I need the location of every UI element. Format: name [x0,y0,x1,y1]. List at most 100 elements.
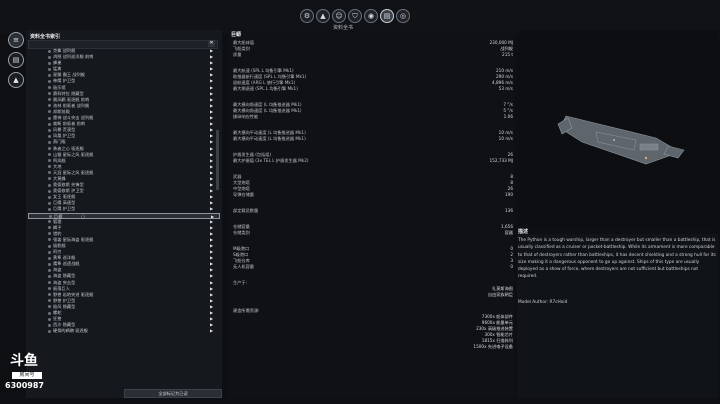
shield-icon[interactable]: ▲ [8,72,24,88]
list-item-label: 神鹰 护卫型 [53,78,76,84]
bullet-icon [48,287,51,291]
side-tabs: ≡ ▤ ▲ [8,32,26,92]
stat-label: 飞船类别 [233,46,250,51]
ship-list: 克弗 战列舰 ▶ 鸿鹄 战列巡洋舰 前哨 ▶ 蜂巢 ▶ 猛禽 ▶ 星鬃 霸王 战列舰 ▶ 神鹰 护卫… [28,48,220,334]
station-icon[interactable]: ◉ [364,9,378,23]
bullet-icon [48,86,51,90]
stats-title: 巨蟒 [231,32,242,38]
bullet-icon [48,98,51,102]
stat-label: 仓储类别 [233,230,250,235]
stat-label: 飞船仓库 [233,258,250,263]
bullet-icon [48,153,51,157]
list-item-label: 猎豹 [53,230,62,236]
stat-row: 最大护盾值 (3x TEL L 护盾发生器 Mk2) 152,733 MJ [233,158,513,164]
list-item-label: 黄隼 巡洋舰 [53,255,76,261]
list-item-label: 鸣凤舰 [53,157,66,163]
list-item-label: 赛科特拉 隐藏型 [53,90,84,96]
list-item-label: 风暴 荒漠型 [53,127,76,133]
list-item-label: 大地 [53,163,62,169]
list-item-label: 蝎子 [53,224,62,230]
list-icon[interactable]: ≡ [8,32,24,48]
stat-label: 质量 [233,52,242,57]
list-item-label: 奥德修斯 护卫型 [53,188,84,194]
list-item-label: 巨鹰 高速型 [53,200,76,206]
crew-icon[interactable]: ☺ [332,9,346,23]
list-item-label: 狐狸 [53,218,62,224]
book-icon[interactable]: ▤ [8,52,24,68]
list-item-label: 山猫 星际之风 驱逐舰 [53,151,94,157]
controller-icon[interactable]: ◎ [396,9,410,23]
list-item-label: 野兽 护卫型 [53,297,76,303]
bullet-icon [48,67,51,71]
stat-row: 导弹仓储量 190 [233,192,513,198]
list-item-label: 强袭 星际海盗 驱逐舰 [53,236,94,242]
bullet-icon [48,159,51,163]
stat-value: 53 m/s [498,86,513,91]
stat-value: 容器 [504,230,513,235]
bullet-icon [48,183,51,187]
stat-row: 自由家族朝臣 [233,292,513,298]
bullet-icon [48,171,51,175]
scrollbar[interactable] [216,130,219,190]
bullet-icon [48,317,51,321]
stat-label: 最大横向平动速度 (L 均衡推进器 Mk1) [233,130,306,135]
list-item-label: 凤凰 护卫型 [53,133,76,139]
stat-label: 中型炮塔 [233,186,250,191]
stat-label: 大型炮塔 [233,180,250,185]
stat-label: 最大倒退速 (SPL L 均衡引擎 Mk1) [233,86,298,91]
bullet-icon [48,79,51,83]
close-icon[interactable]: ✕ [208,40,215,47]
watermark-room: 6300987 [5,381,44,390]
stat-label: 巡航速度 (ARG L 旅行引擎 Mk1) [233,80,296,85]
stat-row: 质量 215 t [233,52,513,58]
ship-icon[interactable]: ▲ [316,9,330,23]
model-author: Model Author: R7cHoid [518,300,568,305]
bullet-icon [48,110,51,114]
stat-label: 助推器航行速度 (SPL L 均衡引擎 Mk1) [233,74,307,79]
list-item-label: 极风 隐藏型 [53,303,76,309]
stat-label: 最大横向平动速度 (L 均衡推进器 Mk1) [233,136,306,141]
list-item-label: 鸿鹄 战列巡洋舰 前哨 [53,54,94,60]
bullet-icon [48,189,51,193]
stat-label: 护盾发生器 (包括组) [233,152,272,157]
bullet-icon [48,226,51,230]
gear-icon[interactable]: ⚙ [300,9,314,23]
bullet-icon [48,104,51,108]
list-item-label: 勇者之心 驱逐舰 [53,145,84,151]
stat-value: 190 [505,192,513,197]
bullet-icon [48,147,51,150]
bullet-icon [48,250,51,254]
list-item-label: 蜂巢 [53,60,62,66]
stat-row: 仓储类别 容器 [233,230,513,236]
bullet-icon [48,268,51,272]
bullet-icon [48,61,51,65]
stat-label: 导弹仓储量 [233,192,254,197]
bullet-icon [48,244,51,248]
list-item[interactable]: 硬骨的鹈鹕 驱逐舰 ▶ [28,328,220,334]
bullet-icon [48,293,51,297]
bullet-icon [48,281,51,285]
list-item-label: 天涯 星际之风 驱逐舰 [53,169,94,175]
book-icon[interactable]: ▤ [380,9,394,23]
watermark-sub: 房间号 [12,372,42,379]
mark-all-read-button[interactable]: 全部标记为已读 [124,389,222,398]
bullet-icon [48,311,51,315]
bullet-icon [48,55,51,59]
stat-label: 生产于: [233,280,247,285]
bullet-icon [48,92,51,96]
bullet-icon [48,238,51,242]
stat-label: S级港口 [233,252,249,257]
shield-icon[interactable]: ⛉ [348,9,362,23]
bullet-icon [48,128,51,132]
list-item-label: 海盗 突击型 [53,279,76,285]
stat-row: 1500x 先进电子设备 [233,344,513,350]
list-item-label: 裁断 前驱者 前哨 [53,121,85,127]
chevron-right-icon[interactable]: ▶ [210,328,213,334]
ship-preview [518,30,718,228]
stat-row: 最大倒退速 (SPL L 均衡引擎 Mk1) 53 m/s [233,86,513,92]
list-item-label: 奥德修斯 先锋型 [53,182,84,188]
list-item-label: 燕门殿 [53,139,66,145]
list-item-label: 狂兽 [53,316,62,322]
list-item-label: 西沙 隐藏型 [53,322,76,328]
list-item-label: 野兽 岩地突进 驱逐舰 [53,291,94,297]
